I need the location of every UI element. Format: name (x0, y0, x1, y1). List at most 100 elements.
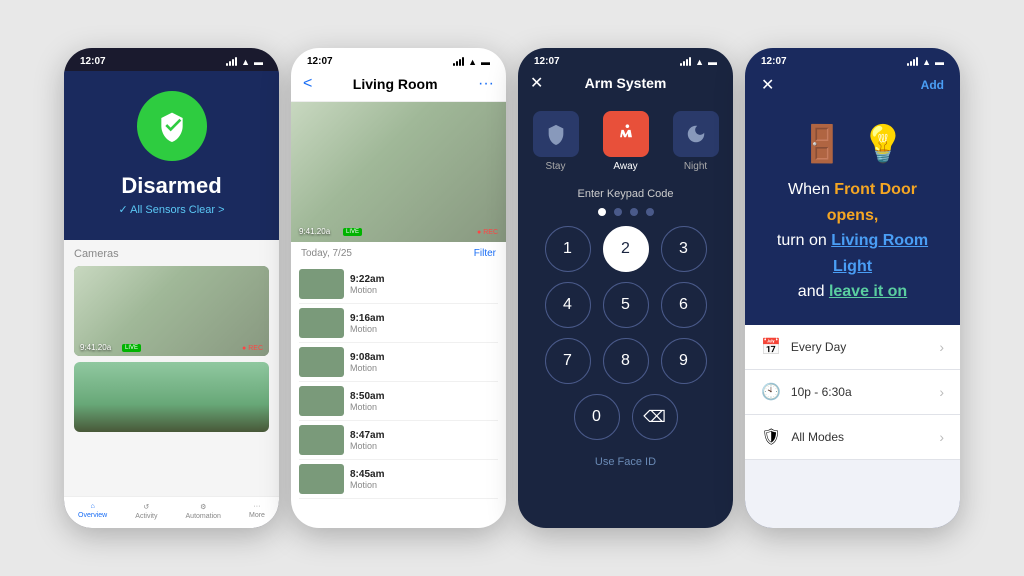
filter-button[interactable]: Filter (474, 248, 496, 259)
live-view[interactable]: 9:41.20a LIVE ● REC (291, 102, 506, 242)
key-4[interactable]: 4 (545, 282, 591, 328)
key-5[interactable]: 5 (603, 282, 649, 328)
bottom-nav: ⌂ Overview ↺ Activity ⚙ Automation ··· M… (64, 496, 279, 528)
all-modes-label: All Modes (791, 430, 844, 444)
nav-more[interactable]: ··· More (249, 503, 265, 520)
key-8[interactable]: 8 (603, 338, 649, 384)
activity-item[interactable]: 8:45am Motion (299, 460, 498, 499)
key-3[interactable]: 3 (661, 226, 707, 272)
status-icons-2: ▲ ▬ (453, 57, 490, 67)
stay-icon (533, 111, 579, 157)
arm-status: Disarmed (121, 173, 221, 199)
activity-time: 8:50am (350, 391, 384, 402)
key-1[interactable]: 1 (545, 226, 591, 272)
activity-info: 8:50am Motion (350, 391, 384, 412)
activity-item[interactable]: 9:22am Motion (299, 265, 498, 304)
activity-item[interactable]: 9:08am Motion (299, 343, 498, 382)
activity-info: 8:47am Motion (350, 430, 384, 451)
activity-thumb (299, 269, 344, 299)
camera-thumb-2[interactable] (74, 362, 269, 432)
keypad-row-1: 1 2 3 (538, 226, 713, 272)
activity-icon: ↺ (143, 503, 149, 511)
key-delete[interactable]: ⌫ (632, 394, 678, 440)
disarmed-shield (137, 91, 207, 161)
status-bar-4: 12:07 ▲ ▬ (745, 48, 960, 71)
keypad-row-2: 4 5 6 (538, 282, 713, 328)
activity-thumb (299, 425, 344, 455)
activity-type: Motion (350, 324, 384, 334)
key-6[interactable]: 6 (661, 282, 707, 328)
activity-item[interactable]: 8:47am Motion (299, 421, 498, 460)
key-2[interactable]: 2 (603, 226, 649, 272)
activity-type: Motion (350, 480, 384, 490)
setting-left-2: 🕙 10p - 6:30a (761, 382, 852, 402)
night-mode[interactable]: Night (673, 111, 719, 172)
wifi-icon-2: ▲ (468, 57, 477, 67)
automation-icon: ⚙ (200, 503, 206, 511)
trigger-text: Front Door opens, (827, 181, 917, 224)
phone-automation: 12:07 ▲ ▬ ✕ Add 🚪 💡 When Front Door open… (745, 48, 960, 528)
nav-overview[interactable]: ⌂ Overview (78, 503, 107, 520)
setting-left-3: 🛡 All Modes (761, 427, 844, 447)
close-button-3[interactable]: ✕ (530, 73, 543, 93)
setting-every-day[interactable]: 📅 Every Day › (745, 325, 960, 370)
wifi-icon-4: ▲ (922, 57, 931, 67)
phone-living-room: 12:07 ▲ ▬ < Living Room ··· 9:41.20a LIV… (291, 48, 506, 528)
time-4: 12:07 (761, 56, 787, 67)
phones-container: 12:07 ▲ ▬ Disarmed ✓ All Sensors Clear >… (44, 28, 980, 548)
live-badge-1: LIVE (122, 344, 141, 352)
signal-icon-2 (453, 57, 464, 66)
dot-3 (630, 208, 638, 216)
nav-activity[interactable]: ↺ Activity (135, 503, 157, 520)
stay-label: Stay (545, 161, 565, 172)
activity-header: Today, 7/25 Filter (291, 242, 506, 265)
activity-thumb (299, 464, 344, 494)
cam-time-1: 9:41.20a (80, 343, 111, 352)
activity-thumb (299, 308, 344, 338)
clock-icon: 🕙 (761, 382, 781, 402)
setting-time[interactable]: 🕙 10p - 6:30a › (745, 370, 960, 415)
leave-on-text: leave it on (829, 283, 907, 300)
live-badge-2: LIVE (343, 228, 362, 236)
key-7[interactable]: 7 (545, 338, 591, 384)
status-icons-1: ▲ ▬ (226, 57, 263, 67)
add-button[interactable]: Add (921, 78, 944, 92)
activity-time: 9:22am (350, 274, 384, 285)
door-icon: 🚪 (800, 123, 845, 165)
hero-section: Disarmed ✓ All Sensors Clear > (64, 71, 279, 240)
key-9[interactable]: 9 (661, 338, 707, 384)
rec-badge-2: ● REC (477, 229, 498, 236)
nav-automation[interactable]: ⚙ Automation (186, 503, 221, 520)
sensors-status: ✓ All Sensors Clear > (118, 203, 224, 216)
home-icon: ⌂ (91, 503, 95, 510)
back-button[interactable]: < (303, 75, 312, 93)
activity-item[interactable]: 9:16am Motion (299, 304, 498, 343)
away-mode[interactable]: Away (603, 111, 649, 172)
activity-thumb (299, 347, 344, 377)
activity-type: Motion (350, 285, 384, 295)
face-id-button[interactable]: Use Face ID (518, 450, 733, 474)
key-0[interactable]: 0 (574, 394, 620, 440)
nav-more-label: More (249, 512, 265, 519)
activity-item[interactable]: 8:50am Motion (299, 382, 498, 421)
automation-icons: 🚪 💡 (745, 107, 960, 177)
setting-modes[interactable]: 🛡 All Modes › (745, 415, 960, 460)
time-range-label: 10p - 6:30a (791, 385, 852, 399)
close-button-4[interactable]: ✕ (761, 75, 774, 95)
phone-arm-system: 12:07 ▲ ▬ ✕ Arm System Stay (518, 48, 733, 528)
signal-icon-3 (680, 57, 691, 66)
battery-icon-4: ▬ (935, 57, 944, 67)
activity-type: Motion (350, 363, 384, 373)
live-cam-time: 9:41.20a (299, 227, 330, 236)
dot-2 (614, 208, 622, 216)
more-options-button[interactable]: ··· (478, 75, 494, 93)
time-3: 12:07 (534, 56, 560, 67)
camera-thumb-1[interactable]: 9:41.20a LIVE ● REC (74, 266, 269, 356)
night-icon (673, 111, 719, 157)
action-text: Living Room Light (831, 232, 928, 275)
nav-activity-label: Activity (135, 513, 157, 520)
stay-mode[interactable]: Stay (533, 111, 579, 172)
calendar-icon: 📅 (761, 337, 781, 357)
nav-automation-label: Automation (186, 513, 221, 520)
status-bar-1: 12:07 ▲ ▬ (64, 48, 279, 71)
